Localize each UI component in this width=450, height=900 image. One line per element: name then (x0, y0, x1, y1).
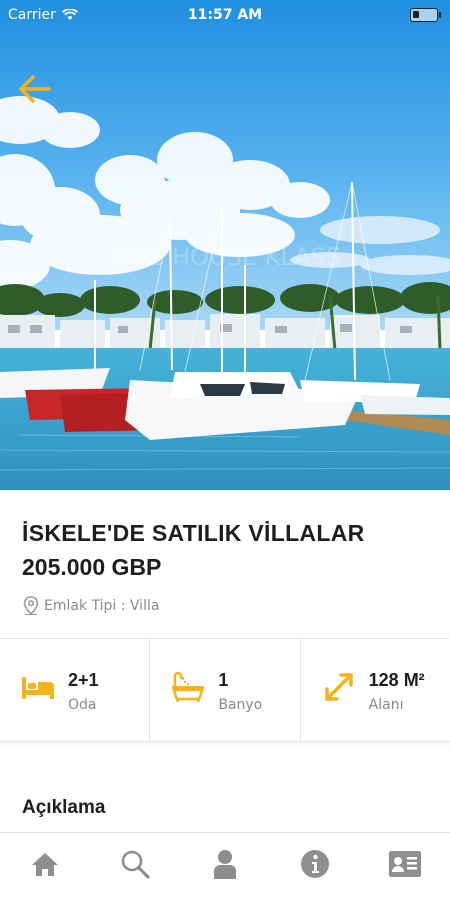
home-icon (32, 852, 58, 876)
property-type-label: Emlak Tipi : Villa (44, 598, 160, 614)
description-heading: Açıklama (22, 797, 106, 818)
feature-area: 128 M² Alanı (301, 639, 450, 741)
feature-label: Oda (68, 697, 97, 713)
feature-value: 2+1 (68, 670, 99, 690)
tab-contact[interactable] (375, 839, 435, 889)
listing-title: İSKELE'DE SATILIK VİLLALAR (22, 520, 365, 546)
listing-price: 205.000 GBP (22, 554, 162, 580)
feature-value: 1 (218, 670, 229, 690)
feature-label: Banyo (218, 697, 263, 713)
feature-rooms: 2+1 Oda (0, 639, 151, 741)
feature-value: 128 M² (368, 670, 425, 690)
status-bar: Carrier 11:57 AM (0, 0, 450, 30)
feature-bathrooms: 1 Banyo (150, 639, 301, 741)
bathtub-icon (172, 671, 205, 703)
watermark-logo: ERIC HOUSE KLASS (109, 243, 341, 271)
location-pin-icon (23, 596, 39, 616)
battery-icon (410, 8, 441, 22)
search-icon (121, 850, 150, 879)
bottom-tab-bar (0, 832, 450, 900)
user-icon (214, 849, 236, 879)
tab-info[interactable] (285, 839, 345, 889)
back-button[interactable] (16, 72, 56, 108)
bed-icon (22, 677, 54, 699)
listing-details: İSKELE'DE SATILIK VİLLALAR 205.000 GBP E… (0, 490, 450, 616)
info-icon (301, 849, 329, 878)
back-arrow-icon (19, 75, 51, 103)
feature-label: Alanı (368, 697, 404, 713)
area-expand-icon (324, 673, 353, 701)
status-time: 11:57 AM (187, 7, 263, 23)
tab-home[interactable] (15, 839, 75, 889)
contact-card-icon (389, 850, 421, 877)
tab-profile[interactable] (195, 839, 255, 889)
features-row: 2+1 Oda 1 Banyo 128 M² Alanı (0, 638, 450, 742)
tab-search[interactable] (105, 839, 165, 889)
property-type: Emlak Tipi : Villa (22, 596, 428, 616)
hero-image: ERIC HOUSE KLASS (0, 0, 450, 490)
